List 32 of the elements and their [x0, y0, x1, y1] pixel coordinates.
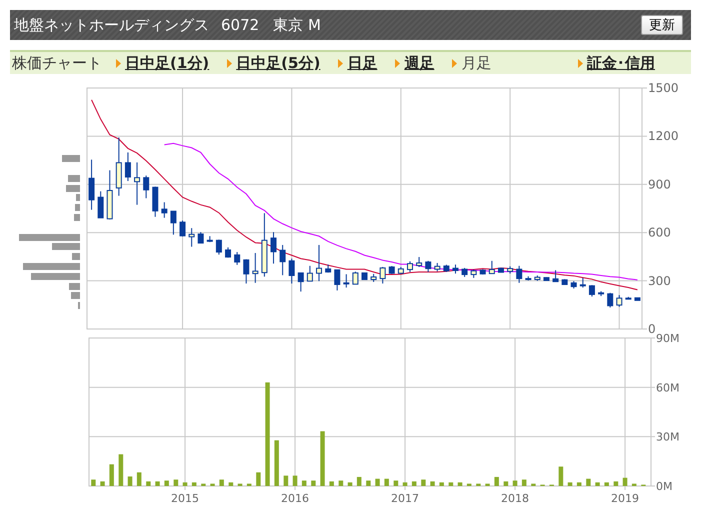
- axis-label: 300: [648, 274, 671, 288]
- refresh-button[interactable]: 更新: [641, 15, 683, 35]
- triangle-icon: [578, 58, 583, 68]
- axis-label: 600: [648, 226, 671, 240]
- market-name: 東京 M: [273, 16, 321, 34]
- axis-label: 90M: [656, 332, 680, 345]
- chart-tab[interactable]: 日足: [338, 54, 378, 72]
- chart-tab[interactable]: 日中足(5分): [227, 54, 320, 72]
- triangle-icon: [227, 58, 232, 68]
- chart-tab[interactable]: 日中足(1分): [116, 54, 210, 72]
- triangle-icon: [338, 58, 344, 68]
- axis-label: 900: [648, 177, 671, 192]
- chart-tab[interactable]: 月足: [452, 54, 492, 72]
- axis-label: 60M: [656, 381, 680, 394]
- axis-label: 2015: [171, 492, 200, 505]
- axis-label: 1500: [648, 81, 679, 95]
- axis-label: 0M: [656, 480, 672, 493]
- axis-label: 2018: [501, 492, 530, 505]
- margin-link[interactable]: 証金･信用: [578, 54, 655, 72]
- axis-label: 2017: [391, 492, 420, 505]
- triangle-icon: [452, 58, 458, 68]
- axis-label: 1200: [648, 129, 679, 144]
- axis-label: 30M: [656, 430, 680, 444]
- axis-label: 2019: [611, 492, 640, 505]
- company-name: 地盤ネットホールディングス: [14, 16, 209, 34]
- nav-label: 株価チャート: [12, 54, 103, 72]
- stock-code: 6072: [221, 16, 260, 34]
- chart-tab[interactable]: 週足: [395, 54, 434, 72]
- axis-label: 2016: [281, 492, 310, 505]
- axis-label: 0: [648, 322, 656, 336]
- triangle-icon: [395, 58, 400, 68]
- triangle-icon: [116, 58, 121, 68]
